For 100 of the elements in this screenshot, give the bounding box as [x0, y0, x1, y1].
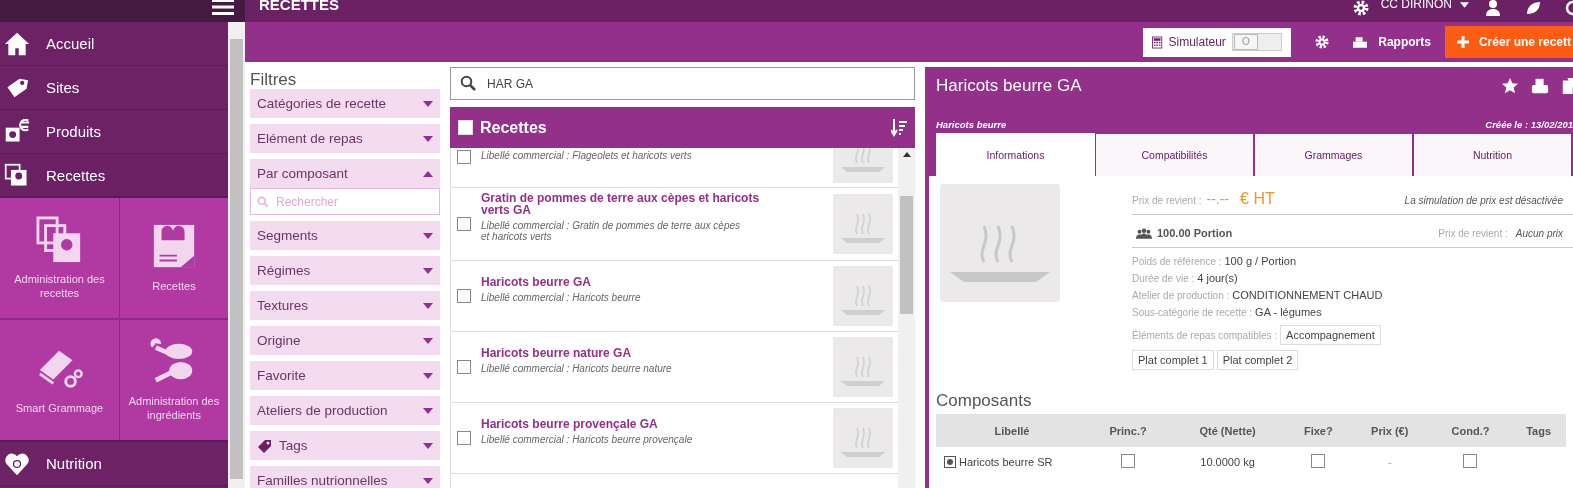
- caret-down-icon: [423, 407, 433, 414]
- checkbox[interactable]: [1311, 454, 1326, 468]
- scroll-up-icon[interactable]: [902, 152, 911, 157]
- field-value: CONDITIONNEMENT CHAUD: [1232, 289, 1383, 301]
- field-label: Éléments de repas compatibles :: [1132, 329, 1278, 341]
- calculator-icon: [1152, 35, 1163, 49]
- caret-up-icon: [423, 170, 433, 177]
- module-tile[interactable]: Smart Grammage: [0, 320, 119, 440]
- filters-title: Filtres: [250, 71, 298, 89]
- cost-label: Prix de revient :: [1132, 195, 1202, 206]
- search-field[interactable]: Rechercher: [250, 188, 440, 215]
- filter-dropdown[interactable]: Tags: [250, 431, 440, 460]
- module-tile[interactable]: Recettes: [120, 198, 228, 318]
- people-icon: [1136, 227, 1152, 239]
- site-selector[interactable]: CC DIRINON: [1380, 0, 1452, 10]
- checkbox[interactable]: [457, 431, 471, 445]
- search-field[interactable]: HAR GA: [450, 67, 915, 100]
- recipe-row[interactable]: Gratin de pommes de terre aux cèpes et haricots verts GA Libellé commercial : Gratin de pommes de terre aux cèpes et haricots verts: [451, 188, 898, 261]
- field-label: Durée de vie :: [1132, 273, 1195, 284]
- filter-dropdown[interactable]: Segments: [250, 221, 440, 250]
- plate-icon: [833, 408, 893, 468]
- filter-dropdown[interactable]: Ateliers de production: [250, 396, 440, 425]
- column-header: Fixe?: [1286, 414, 1350, 447]
- tab[interactable]: Grammages: [1254, 133, 1413, 176]
- field-label: Poids de référence :: [1132, 256, 1222, 267]
- recipe-subtitle: Libellé commercial : Flageolets et haricots verts: [481, 150, 693, 161]
- filter-dropdown[interactable]: Elément de repas: [250, 124, 440, 153]
- recipe-row[interactable]: Haricots beurre nature GA Libellé commercial : Haricots beurre nature: [451, 332, 898, 403]
- portion-count: 100.00 Portion: [1157, 227, 1233, 239]
- checkbox[interactable]: [457, 150, 471, 164]
- filter-dropdown[interactable]: Catégories de recette: [250, 89, 440, 118]
- recipe-subtitle: Libellé commercial : Gratin de pommes de terre aux cèpes et haricots verts: [481, 220, 741, 242]
- filter-dropdown[interactable]: Textures: [250, 291, 440, 320]
- reports-button[interactable]: Rapports: [1353, 35, 1431, 49]
- checkbox[interactable]: [1121, 454, 1136, 468]
- recipe-name: Gratin de pommes de terre aux cèpes et haricots verts GA: [481, 192, 761, 216]
- simulator-control[interactable]: Simulateur O: [1143, 27, 1292, 57]
- settings-icon[interactable]: [1315, 35, 1330, 49]
- printer-icon[interactable]: [1531, 77, 1549, 95]
- tab[interactable]: Nutrition: [1413, 133, 1572, 176]
- caret-down-icon: [423, 267, 433, 274]
- sort-icon[interactable]: [891, 118, 907, 137]
- caret-down-icon: [423, 372, 433, 379]
- filter-dropdown[interactable]: Par composant: [250, 159, 440, 188]
- recipe-name: Haricots beurre GA: [481, 275, 593, 288]
- recipe-row[interactable]: Haricots beurre GA Libellé commercial : Haricots beurre: [451, 261, 898, 332]
- caret-down-icon: [423, 302, 433, 309]
- leaf-icon[interactable]: [1525, 0, 1541, 16]
- plate-icon: [940, 184, 1060, 302]
- checkbox[interactable]: [457, 289, 471, 303]
- plus-icon: [1456, 36, 1469, 48]
- plate-icon: [833, 337, 893, 397]
- checkbox[interactable]: [1463, 454, 1478, 468]
- filter-dropdown[interactable]: Origine: [250, 326, 440, 355]
- settings-icon[interactable]: [1352, 0, 1369, 16]
- checkbox[interactable]: [457, 217, 471, 231]
- column-header: Cond.?: [1429, 414, 1512, 447]
- cost-value: --.--: [1206, 191, 1230, 207]
- module-tile[interactable]: Administration des ingrédients: [120, 320, 228, 440]
- checkbox[interactable]: [457, 360, 471, 374]
- recipe-title: Haricots beurre GA: [936, 76, 1083, 96]
- recipe-subtitle: Libellé commercial : Haricots beurre: [481, 291, 642, 303]
- recipe-name: Haricots beurre nature GA: [481, 346, 633, 359]
- product-icon: [944, 456, 956, 468]
- field-label: Sous-catégorie de recette :: [1132, 307, 1253, 318]
- table-cell: Haricots beurre SR: [936, 447, 1088, 477]
- caret-down-icon: [423, 337, 433, 344]
- column-header: Prix (€): [1349, 414, 1430, 447]
- meal-tag: Plat complet 2: [1216, 350, 1299, 370]
- cost-unit: € HT: [1240, 190, 1275, 208]
- filter-dropdown[interactable]: Familles nutrionnelles: [250, 466, 440, 488]
- recipe-row[interactable]: Libellé commercial : Flageolets et haricots verts: [451, 148, 898, 188]
- section-title: RECETTES: [259, 0, 339, 12]
- menu-icon[interactable]: [212, 0, 234, 15]
- scrollbar[interactable]: [898, 148, 915, 488]
- list-title: Recettes: [480, 118, 548, 137]
- scrollbar[interactable]: [228, 22, 245, 488]
- plate-icon: [833, 266, 893, 326]
- module-tile[interactable]: Administration des recettes: [0, 198, 119, 318]
- recipe-row[interactable]: Haricots beurre provençale GA Libellé commercial : Haricots beurre provençale: [451, 403, 898, 474]
- caret-icon[interactable]: [1460, 2, 1469, 8]
- filter-dropdown[interactable]: Favorite: [250, 361, 440, 390]
- recipe-subtitle: Libellé commercial : Haricots beurre nature: [481, 362, 673, 374]
- star-icon[interactable]: [1501, 77, 1519, 95]
- documents-icon: [4, 162, 30, 189]
- field-value: 100 g / Portion: [1224, 255, 1297, 267]
- tag-icon: [257, 437, 273, 454]
- caret-down-icon: [423, 442, 433, 449]
- column-header: Qté (Nette): [1168, 414, 1287, 447]
- user-icon[interactable]: [1485, 0, 1501, 16]
- filter-dropdown[interactable]: Régimes: [250, 256, 440, 285]
- caret-down-icon: [423, 135, 433, 142]
- search-icon: [257, 196, 269, 208]
- tab[interactable]: Informations: [936, 133, 1095, 176]
- column-header: Libellé: [936, 414, 1088, 447]
- column-header: Tags: [1511, 414, 1566, 447]
- product-icon: [4, 118, 30, 145]
- tab[interactable]: Compatibilités: [1095, 133, 1254, 176]
- section-title: Composants: [936, 391, 1033, 411]
- simulation-note: La simulation de prix est désactivée: [1404, 195, 1563, 206]
